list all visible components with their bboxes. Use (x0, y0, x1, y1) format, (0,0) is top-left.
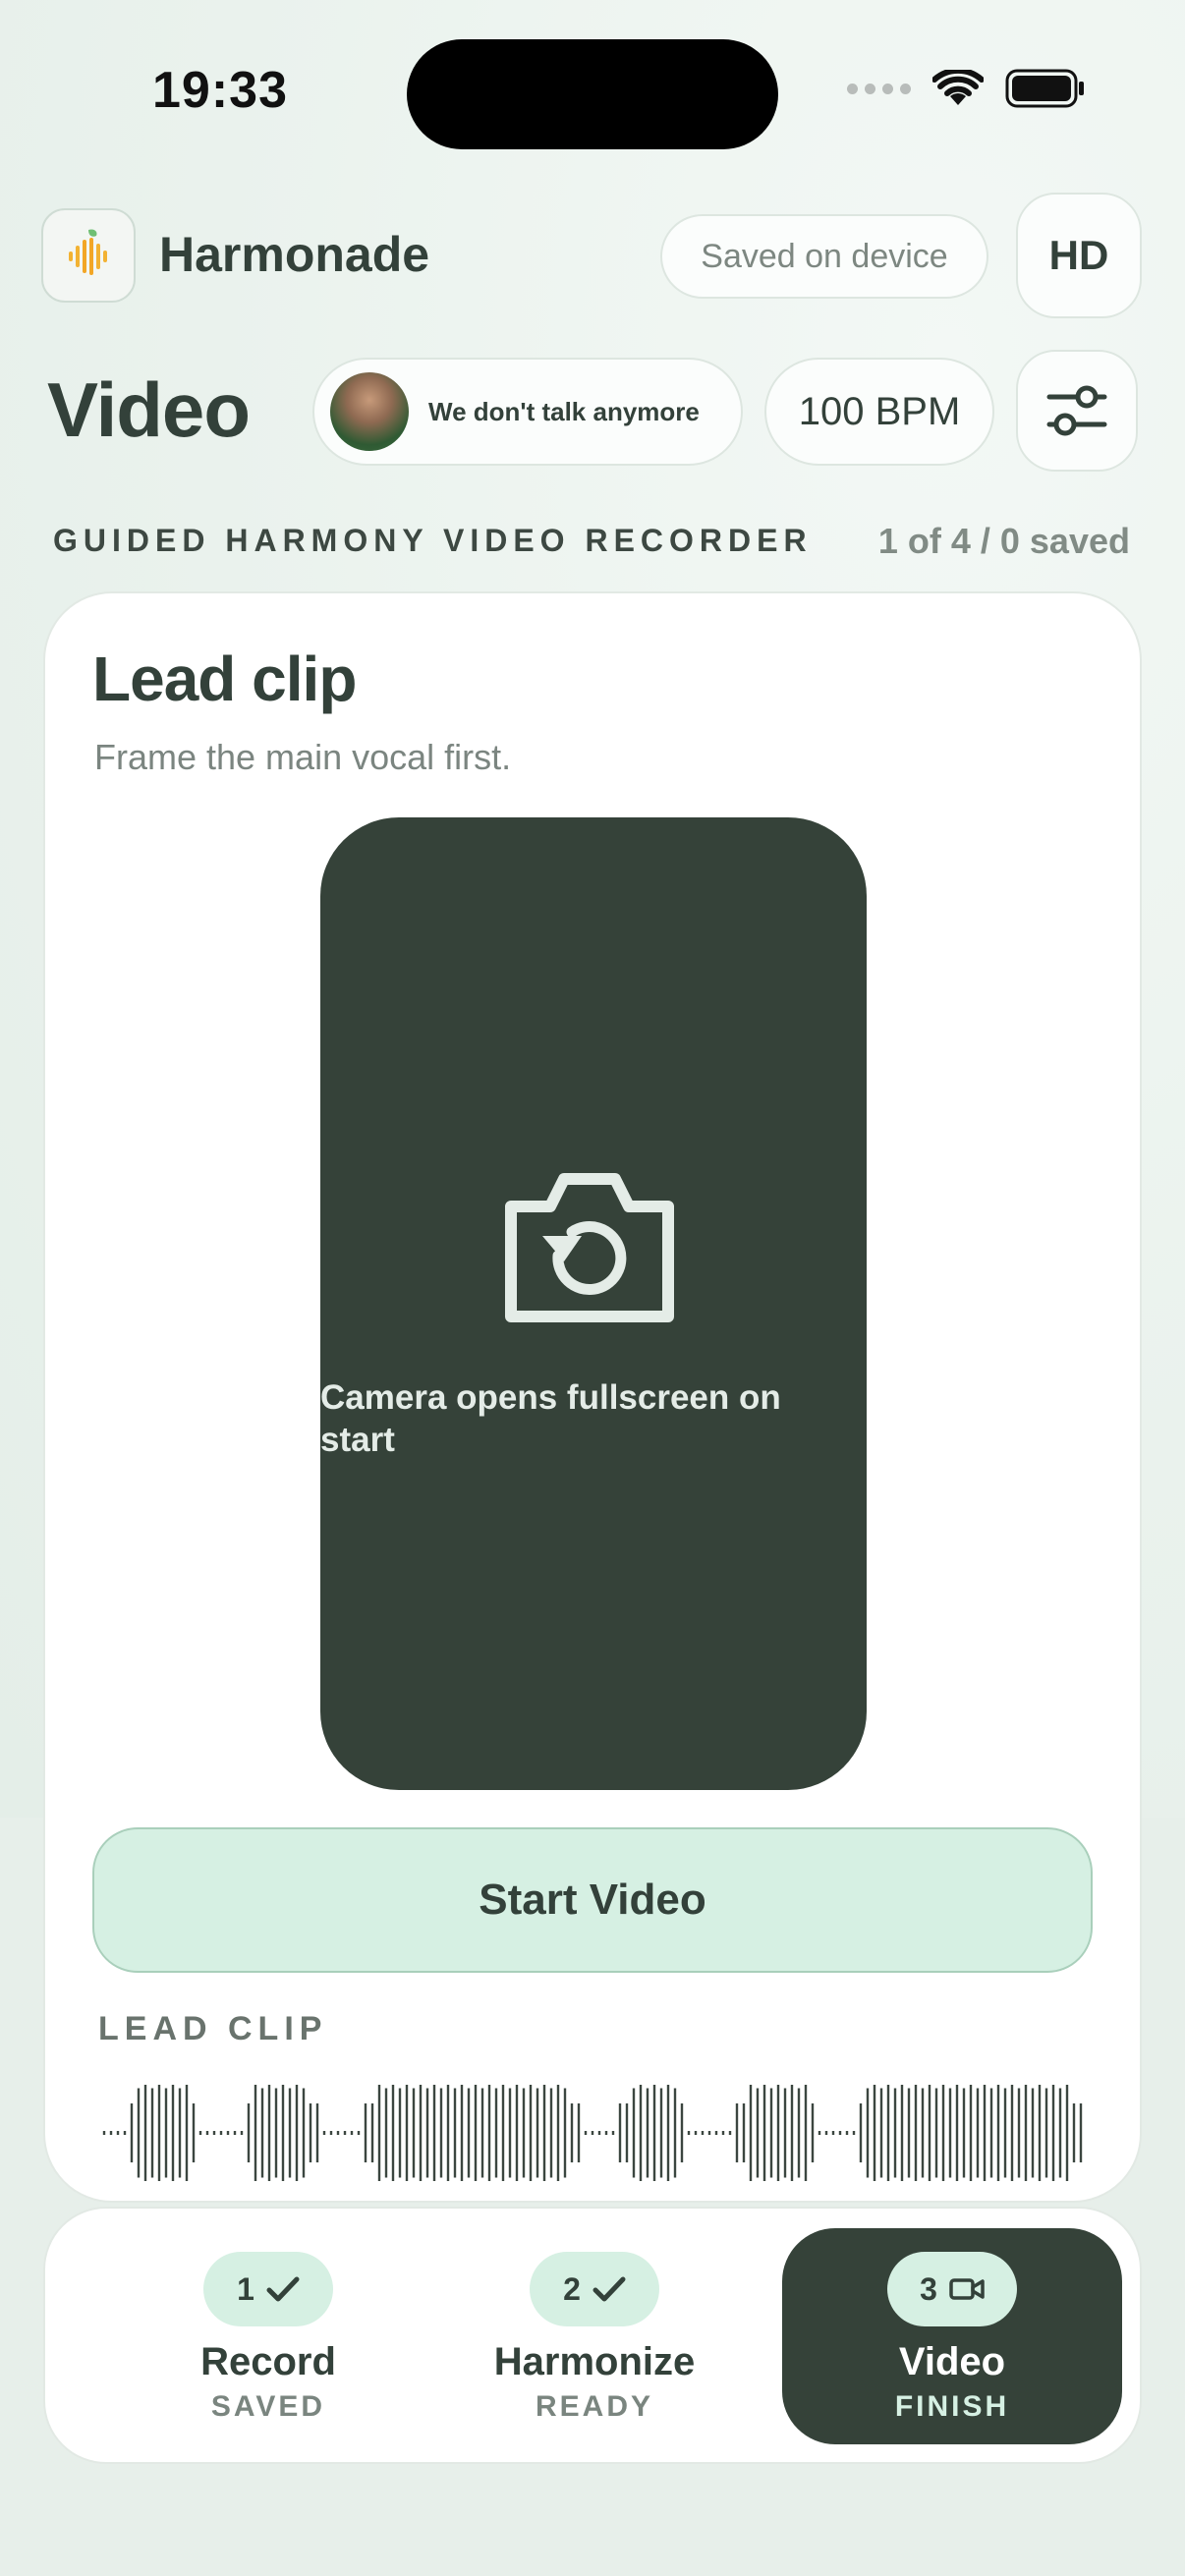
tab-record-number: 1 (237, 2270, 254, 2307)
card-subtitle: Frame the main vocal first. (94, 737, 512, 777)
lemon-waveform-icon (69, 229, 107, 275)
tab-harmonize[interactable]: 2 Harmonize READY (424, 2228, 764, 2444)
tab-video-label: Video (898, 2340, 1006, 2383)
song-title: We don't talk anymore (428, 396, 700, 426)
tempo-button[interactable]: 100 BPM (764, 358, 994, 466)
check-icon (266, 2276, 300, 2302)
app-name: Harmonade (159, 227, 430, 282)
camera-hint: Camera opens fullscreen on start (320, 1378, 781, 1459)
tab-harmonize-label: Harmonize (493, 2340, 696, 2383)
video-camera-icon (949, 2278, 985, 2300)
artist-avatar (330, 372, 409, 451)
tab-video-status: FINISH (894, 2390, 1010, 2423)
tab-record[interactable]: 1 Record SAVED (98, 2228, 438, 2444)
progress-counter: 1 of 4 / 0 saved (877, 521, 1130, 561)
tab-video-badge: 3 (887, 2252, 1017, 2326)
hd-quality-button[interactable]: HD (1016, 193, 1142, 318)
page-title: Video (47, 366, 251, 453)
lead-clip-waveform[interactable] (98, 2079, 1091, 2187)
tab-video-number: 3 (920, 2270, 937, 2307)
tab-record-status: SAVED (210, 2390, 326, 2423)
battery-icon (1005, 69, 1084, 108)
settings-button[interactable] (1016, 350, 1138, 472)
step-tab-bar: 1 Record SAVED 2 Harmonize READY 3 Video… (43, 2207, 1142, 2464)
clip-label: LEAD CLIP (98, 2010, 328, 2047)
sliders-icon (1046, 385, 1107, 436)
tab-video[interactable]: 3 Video FINISH (782, 2228, 1122, 2444)
camera-preview[interactable]: Camera opens fullscreen on start (320, 817, 867, 1790)
tab-harmonize-number: 2 (563, 2270, 581, 2307)
status-time: 19:33 (152, 62, 288, 119)
status-indicators (847, 69, 1086, 108)
tab-record-label: Record (200, 2340, 336, 2383)
tab-harmonize-badge: 2 (530, 2252, 659, 2326)
saved-on-device-badge[interactable]: Saved on device (660, 214, 988, 299)
card-title: Lead clip (92, 644, 357, 714)
recorder-card: Lead clip Frame the main vocal first. Ca… (43, 591, 1142, 2203)
song-selector[interactable]: We don't talk anymore (312, 358, 743, 466)
check-icon (592, 2276, 626, 2302)
tab-harmonize-status: READY (535, 2390, 653, 2423)
camera-flip-icon (505, 1173, 674, 1322)
dynamic-island (407, 39, 778, 149)
start-video-button[interactable]: Start Video (92, 1827, 1093, 1973)
wifi-icon (932, 70, 984, 105)
tab-record-badge: 1 (203, 2252, 333, 2326)
section-label: GUIDED HARMONY VIDEO RECORDER (53, 523, 813, 558)
cellular-signal-icon (847, 83, 911, 94)
app-logo (41, 208, 136, 303)
